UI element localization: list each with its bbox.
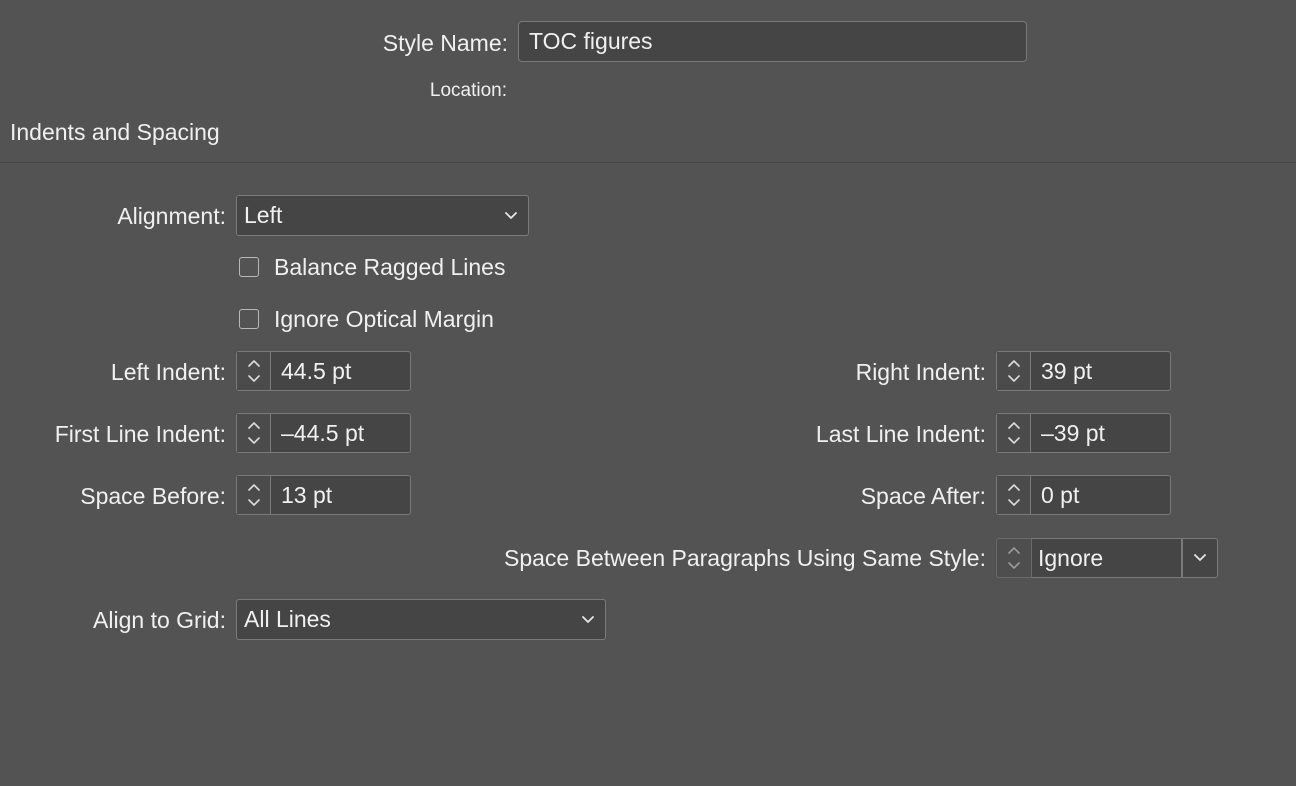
chevron-down-icon: [1194, 554, 1206, 561]
balance-ragged-lines-checkbox-row[interactable]: Balance Ragged Lines: [239, 253, 505, 281]
space-after-label: Space After:: [860, 483, 986, 509]
ignore-optical-margin-checkbox-row[interactable]: Ignore Optical Margin: [239, 305, 494, 333]
space-between-stepper[interactable]: [996, 538, 1032, 578]
space-before-label: Space Before:: [80, 483, 226, 509]
last-line-indent-stepper[interactable]: [997, 414, 1031, 452]
up-down-arrows-icon: [247, 360, 260, 382]
style-name-label: Style Name:: [382, 30, 508, 56]
align-to-grid-label: Align to Grid:: [93, 607, 226, 633]
space-before-stepper[interactable]: [237, 476, 271, 514]
space-between-dropdown-button[interactable]: [1182, 538, 1218, 578]
paragraph-style-options-panel: Style Name: TOC figures Location: Indent…: [0, 0, 1296, 786]
space-after-field[interactable]: 0 pt: [996, 475, 1171, 515]
first-line-indent-field[interactable]: –44.5 pt: [236, 413, 411, 453]
space-between-value[interactable]: Ignore: [1032, 538, 1182, 578]
chevron-down-icon: [505, 211, 517, 219]
last-line-indent-value[interactable]: –39 pt: [1031, 414, 1170, 452]
space-before-value[interactable]: 13 pt: [271, 476, 410, 514]
chevron-down-icon: [582, 615, 594, 623]
ignore-optical-margin-label: Ignore Optical Margin: [274, 305, 494, 332]
space-before-field[interactable]: 13 pt: [236, 475, 411, 515]
left-indent-stepper[interactable]: [237, 352, 271, 390]
ignore-optical-margin-checkbox[interactable]: [239, 309, 259, 329]
up-down-arrows-icon: [1008, 547, 1020, 569]
first-line-indent-value[interactable]: –44.5 pt: [271, 414, 410, 452]
up-down-arrows-icon: [1007, 422, 1020, 444]
space-between-combo[interactable]: Ignore: [996, 538, 1218, 578]
right-indent-value[interactable]: 39 pt: [1031, 352, 1170, 390]
last-line-indent-field[interactable]: –39 pt: [996, 413, 1171, 453]
location-label: Location:: [429, 80, 507, 101]
section-title: Indents and Spacing: [10, 119, 220, 145]
align-to-grid-value: All Lines: [244, 606, 331, 632]
first-line-indent-label: First Line Indent:: [54, 421, 226, 447]
up-down-arrows-icon: [247, 422, 260, 444]
alignment-dropdown[interactable]: Left: [236, 195, 529, 236]
balance-ragged-lines-label: Balance Ragged Lines: [274, 253, 506, 280]
left-indent-label: Left Indent:: [110, 359, 226, 385]
section-divider: [0, 162, 1296, 163]
right-indent-field[interactable]: 39 pt: [996, 351, 1171, 391]
right-indent-label: Right Indent:: [855, 359, 986, 385]
up-down-arrows-icon: [247, 484, 260, 506]
up-down-arrows-icon: [1007, 484, 1020, 506]
first-line-indent-stepper[interactable]: [237, 414, 271, 452]
space-after-value[interactable]: 0 pt: [1031, 476, 1170, 514]
balance-ragged-lines-checkbox[interactable]: [239, 257, 259, 277]
left-indent-field[interactable]: 44.5 pt: [236, 351, 411, 391]
align-to-grid-dropdown[interactable]: All Lines: [236, 599, 606, 640]
last-line-indent-label: Last Line Indent:: [815, 421, 986, 447]
right-indent-stepper[interactable]: [997, 352, 1031, 390]
alignment-value: Left: [244, 202, 283, 228]
left-indent-value[interactable]: 44.5 pt: [271, 352, 410, 390]
up-down-arrows-icon: [1007, 360, 1020, 382]
alignment-label: Alignment:: [117, 203, 226, 229]
space-after-stepper[interactable]: [997, 476, 1031, 514]
style-name-input[interactable]: TOC figures: [518, 21, 1027, 62]
space-between-label: Space Between Paragraphs Using Same Styl…: [504, 545, 986, 571]
